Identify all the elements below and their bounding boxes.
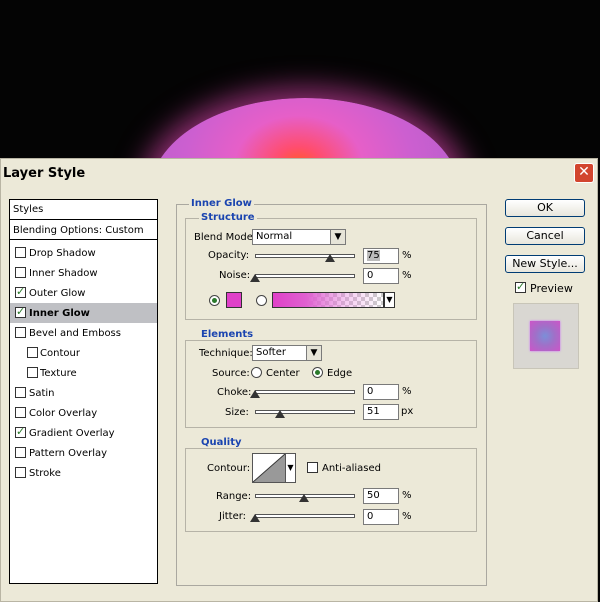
style-item-bevel-and-emboss[interactable]: Bevel and Emboss: [10, 323, 157, 343]
range-slider-thumb[interactable]: [299, 494, 309, 502]
jitter-slider-track[interactable]: [255, 514, 355, 518]
outer-glow-checkbox[interactable]: [15, 285, 26, 298]
style-item-texture[interactable]: Texture: [10, 363, 157, 383]
drop-shadow-checkbox[interactable]: [15, 247, 26, 258]
chevron-down-icon: ▼: [306, 346, 321, 360]
gradient-overlay-checkbox[interactable]: [15, 425, 26, 438]
inner-shadow-checkbox[interactable]: [15, 267, 26, 278]
range-unit: %: [402, 490, 412, 501]
source-edge-radio[interactable]: [312, 367, 323, 378]
size-slider-thumb[interactable]: [275, 410, 285, 418]
technique-label: Technique:: [199, 348, 253, 359]
style-item-gradient-overlay[interactable]: Gradient Overlay: [10, 423, 157, 443]
style-item-stroke[interactable]: Stroke: [10, 463, 157, 483]
anti-aliased-checkbox[interactable]: [307, 462, 318, 473]
style-item-outer-glow[interactable]: Outer Glow: [10, 283, 157, 303]
opacity-label: Opacity:: [208, 250, 250, 261]
choke-slider-thumb[interactable]: [250, 390, 260, 398]
noise-unit: %: [402, 270, 412, 281]
noise-label: Noise:: [219, 270, 251, 281]
texture-checkbox[interactable]: [27, 367, 38, 378]
close-icon[interactable]: ✕: [574, 163, 594, 183]
source-center-radio[interactable]: [251, 367, 262, 378]
jitter-input[interactable]: 0: [363, 509, 399, 525]
source-label: Source:: [212, 368, 250, 379]
structure-title: Structure: [199, 212, 257, 223]
glow-color-swatch[interactable]: [226, 292, 242, 308]
elements-title: Elements: [199, 329, 256, 340]
preview-swatch: [530, 321, 560, 351]
jitter-slider-thumb[interactable]: [250, 514, 260, 522]
style-item-inner-glow[interactable]: Inner Glow: [10, 303, 157, 323]
source-center-label: Center: [266, 368, 300, 379]
size-slider-track[interactable]: [255, 410, 355, 414]
range-input[interactable]: 50: [363, 488, 399, 504]
contour-preview[interactable]: [252, 453, 286, 483]
dialog-title: Layer Style: [3, 166, 86, 181]
style-item-drop-shadow[interactable]: Drop Shadow: [10, 243, 157, 263]
blending-options-item[interactable]: Blending Options: Custom: [10, 220, 157, 240]
size-input[interactable]: 51: [363, 404, 399, 420]
contour-checkbox[interactable]: [27, 347, 38, 358]
noise-input[interactable]: 0: [363, 268, 399, 284]
inner-glow-checkbox[interactable]: [15, 305, 26, 318]
chevron-down-icon: ▼: [330, 230, 345, 244]
source-edge-label: Edge: [327, 368, 353, 379]
gradient-dropdown-icon[interactable]: ▼: [384, 292, 395, 308]
preview-checkbox[interactable]: [515, 280, 526, 293]
color-overlay-checkbox[interactable]: [15, 407, 26, 418]
styles-header[interactable]: Styles: [10, 200, 157, 220]
stroke-checkbox[interactable]: [15, 467, 26, 478]
style-item-satin[interactable]: Satin: [10, 383, 157, 403]
choke-unit: %: [402, 386, 412, 397]
layer-style-dialog: Layer Style ✕ Styles Blending Options: C…: [0, 158, 598, 602]
opacity-slider-thumb[interactable]: [325, 254, 335, 262]
opacity-unit: %: [402, 250, 412, 261]
style-item-inner-shadow[interactable]: Inner Shadow: [10, 263, 157, 283]
new-style-button[interactable]: New Style...: [505, 255, 585, 273]
styles-panel: Styles Blending Options: Custom Drop Sha…: [9, 199, 158, 584]
style-item-pattern-overlay[interactable]: Pattern Overlay: [10, 443, 157, 463]
style-item-contour[interactable]: Contour: [10, 343, 157, 363]
blend-mode-label: Blend Mode:: [194, 232, 257, 243]
contour-label: Contour:: [207, 463, 251, 474]
anti-aliased-label: Anti-aliased: [322, 463, 382, 474]
style-item-color-overlay[interactable]: Color Overlay: [10, 403, 157, 423]
preview-label: Preview: [530, 282, 573, 295]
range-label: Range:: [216, 491, 252, 502]
opacity-input[interactable]: 75: [363, 248, 399, 264]
size-unit: px: [401, 406, 414, 417]
solid-color-radio[interactable]: [209, 295, 220, 306]
choke-slider-track[interactable]: [255, 390, 355, 394]
contour-curve-icon: [252, 453, 286, 483]
noise-slider-thumb[interactable]: [250, 274, 260, 282]
choke-label: Choke:: [217, 387, 252, 398]
pattern-overlay-checkbox[interactable]: [15, 447, 26, 458]
glow-gradient-picker[interactable]: [272, 292, 384, 308]
choke-input[interactable]: 0: [363, 384, 399, 400]
ok-button[interactable]: OK: [505, 199, 585, 217]
bevel-and-emboss-checkbox[interactable]: [15, 327, 26, 338]
cancel-button[interactable]: Cancel: [505, 227, 585, 245]
inner-glow-title: Inner Glow: [189, 198, 254, 209]
gradient-radio[interactable]: [256, 295, 267, 306]
size-label: Size:: [225, 407, 249, 418]
jitter-label: Jitter:: [219, 511, 247, 522]
noise-slider-track[interactable]: [255, 274, 355, 278]
quality-title: Quality: [199, 437, 244, 448]
opacity-slider-track[interactable]: [255, 254, 355, 258]
jitter-unit: %: [402, 511, 412, 522]
blend-mode-select[interactable]: Normal ▼: [252, 229, 346, 245]
dialog-titlebar[interactable]: Layer Style ✕: [1, 159, 597, 187]
contour-dropdown-icon[interactable]: ▼: [286, 453, 296, 483]
satin-checkbox[interactable]: [15, 387, 26, 398]
style-preview-thumbnail: [513, 303, 579, 369]
technique-select[interactable]: Softer ▼: [252, 345, 322, 361]
